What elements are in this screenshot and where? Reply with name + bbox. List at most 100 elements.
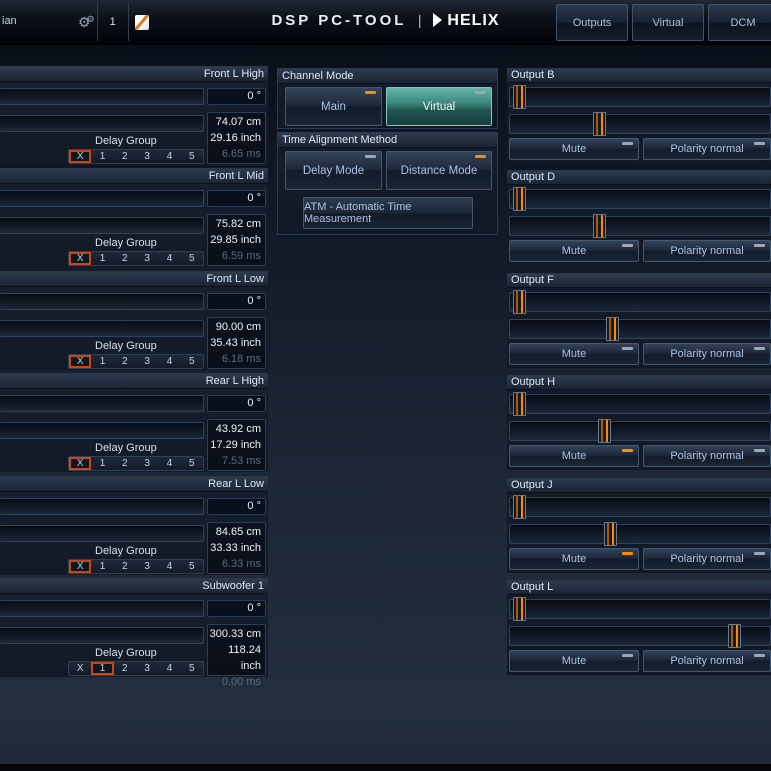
distance-value-box[interactable]: 90.00 cm 35.43 inch 6.18 ms xyxy=(207,317,266,369)
output-gain-slider[interactable] xyxy=(509,394,771,414)
output-gain-slider[interactable] xyxy=(509,292,771,312)
output-gain-slider[interactable] xyxy=(509,87,771,107)
delay-group-5[interactable]: 5 xyxy=(181,252,203,265)
delay-group-x[interactable]: X xyxy=(69,560,91,573)
mute-button[interactable]: Mute xyxy=(509,343,639,365)
output-level-slider[interactable] xyxy=(509,421,771,441)
output-level-slider[interactable] xyxy=(509,524,771,544)
slider-handle[interactable] xyxy=(593,214,606,238)
phase-slider[interactable] xyxy=(0,600,204,617)
polarity-button[interactable]: Polarity normal xyxy=(643,240,771,262)
mute-button[interactable]: Mute xyxy=(509,650,639,672)
delay-group-3[interactable]: 3 xyxy=(136,252,158,265)
output-gain-slider[interactable] xyxy=(509,189,771,209)
slider-handle[interactable] xyxy=(513,85,526,109)
delay-group-3[interactable]: 3 xyxy=(136,560,158,573)
phase-value-field[interactable]: 0 ° xyxy=(207,88,266,105)
phase-value-field[interactable]: 0 ° xyxy=(207,498,266,515)
slider-handle[interactable] xyxy=(604,522,617,546)
delay-group-x[interactable]: X xyxy=(69,150,91,163)
output-level-slider[interactable] xyxy=(509,626,771,646)
delay-group-2[interactable]: 2 xyxy=(114,457,136,470)
slider-handle[interactable] xyxy=(513,187,526,211)
output-gain-slider[interactable] xyxy=(509,497,771,517)
delay-group-x[interactable]: X xyxy=(69,457,91,470)
mute-button[interactable]: Mute xyxy=(509,138,639,160)
phase-value-field[interactable]: 0 ° xyxy=(207,190,266,207)
slider-handle[interactable] xyxy=(606,317,619,341)
distance-slider[interactable] xyxy=(0,422,204,439)
mute-button[interactable]: Mute xyxy=(509,445,639,467)
delay-group-3[interactable]: 3 xyxy=(136,662,158,675)
delay-group-3[interactable]: 3 xyxy=(136,457,158,470)
slider-handle[interactable] xyxy=(728,624,741,648)
delay-group-1[interactable]: 1 xyxy=(91,457,113,470)
distance-slider[interactable] xyxy=(0,115,204,132)
delay-group-4[interactable]: 4 xyxy=(158,355,180,368)
polarity-button[interactable]: Polarity normal xyxy=(643,343,771,365)
delay-group-x[interactable]: X xyxy=(69,355,91,368)
output-gain-slider[interactable] xyxy=(509,599,771,619)
distance-mode-button[interactable]: Distance Mode xyxy=(386,151,492,190)
delay-group-2[interactable]: 2 xyxy=(114,150,136,163)
phase-slider[interactable] xyxy=(0,190,204,207)
delay-group-x[interactable]: X xyxy=(69,252,91,265)
polarity-button[interactable]: Polarity normal xyxy=(643,138,771,160)
polarity-button[interactable]: Polarity normal xyxy=(643,445,771,467)
slider-handle[interactable] xyxy=(513,290,526,314)
delay-group-2[interactable]: 2 xyxy=(114,355,136,368)
delay-group-1[interactable]: 1 xyxy=(91,150,113,163)
nav-outputs-button[interactable]: Outputs xyxy=(556,4,628,41)
delay-group-5[interactable]: 5 xyxy=(181,662,203,675)
polarity-button[interactable]: Polarity normal xyxy=(643,650,771,672)
distance-slider[interactable] xyxy=(0,217,204,234)
delay-group-2[interactable]: 2 xyxy=(114,560,136,573)
distance-slider[interactable] xyxy=(0,627,204,644)
output-level-slider[interactable] xyxy=(509,216,771,236)
mute-button[interactable]: Mute xyxy=(509,548,639,570)
phase-slider[interactable] xyxy=(0,88,204,105)
delay-group-4[interactable]: 4 xyxy=(158,662,180,675)
delay-mode-button[interactable]: Delay Mode xyxy=(285,151,382,190)
slider-handle[interactable] xyxy=(598,419,611,443)
slider-handle[interactable] xyxy=(513,392,526,416)
main-mode-button[interactable]: Main xyxy=(285,87,382,126)
delay-group-1[interactable]: 1 xyxy=(91,355,113,368)
slider-handle[interactable] xyxy=(513,495,526,519)
delay-group-5[interactable]: 5 xyxy=(181,355,203,368)
delay-group-2[interactable]: 2 xyxy=(114,662,136,675)
delay-group-x[interactable]: X xyxy=(69,662,91,675)
delay-group-4[interactable]: 4 xyxy=(158,150,180,163)
nav-dcm-button[interactable]: DCM xyxy=(708,4,771,41)
distance-slider[interactable] xyxy=(0,525,204,542)
phase-value-field[interactable]: 0 ° xyxy=(207,600,266,617)
output-level-slider[interactable] xyxy=(509,319,771,339)
delay-group-5[interactable]: 5 xyxy=(181,560,203,573)
delay-group-4[interactable]: 4 xyxy=(158,457,180,470)
polarity-button[interactable]: Polarity normal xyxy=(643,548,771,570)
delay-group-5[interactable]: 5 xyxy=(181,457,203,470)
delay-group-5[interactable]: 5 xyxy=(181,150,203,163)
virtual-mode-button[interactable]: Virtual xyxy=(386,87,492,126)
slider-handle[interactable] xyxy=(513,597,526,621)
distance-value-box[interactable]: 300.33 cm 118.24 inch 0.00 ms xyxy=(207,624,266,676)
output-level-slider[interactable] xyxy=(509,114,771,134)
slider-handle[interactable] xyxy=(593,112,606,136)
delay-group-4[interactable]: 4 xyxy=(158,560,180,573)
phase-slider[interactable] xyxy=(0,498,204,515)
distance-slider[interactable] xyxy=(0,320,204,337)
delay-group-3[interactable]: 3 xyxy=(136,355,158,368)
distance-value-box[interactable]: 84.65 cm 33.33 inch 6.33 ms xyxy=(207,522,266,574)
atm-button[interactable]: ATM - Automatic Time Measurement xyxy=(303,197,473,229)
delay-group-1[interactable]: 1 xyxy=(91,252,113,265)
phase-value-field[interactable]: 0 ° xyxy=(207,395,266,412)
distance-value-box[interactable]: 74.07 cm 29.16 inch 6.65 ms xyxy=(207,112,266,164)
delay-group-4[interactable]: 4 xyxy=(158,252,180,265)
delay-group-2[interactable]: 2 xyxy=(114,252,136,265)
delay-group-1[interactable]: 1 xyxy=(91,662,113,675)
delay-group-3[interactable]: 3 xyxy=(136,150,158,163)
phase-slider[interactable] xyxy=(0,293,204,310)
phase-value-field[interactable]: 0 ° xyxy=(207,293,266,310)
phase-slider[interactable] xyxy=(0,395,204,412)
delay-group-1[interactable]: 1 xyxy=(91,560,113,573)
